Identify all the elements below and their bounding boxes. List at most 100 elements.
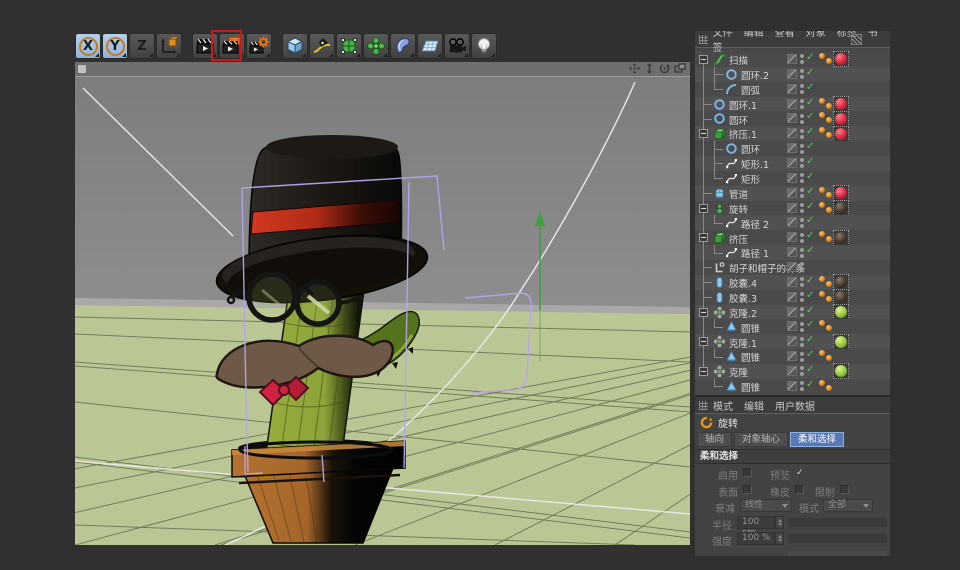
object-label[interactable]: 路径 1: [741, 246, 769, 260]
deformers-button[interactable]: [390, 33, 416, 59]
material-tag[interactable]: [833, 111, 849, 127]
axis-x-toggle[interactable]: X: [75, 33, 101, 59]
object-row-胡子和帽子的样条[interactable]: 胡子和帽子的样条: [695, 260, 890, 275]
strength-value-field[interactable]: 100 %: [737, 532, 775, 545]
object-row-圆锥[interactable]: 圆锥✓: [695, 349, 890, 364]
object-label[interactable]: 矩形.1: [741, 157, 769, 171]
enabled-check-icon[interactable]: ✓: [806, 349, 814, 360]
object-label[interactable]: 旋转: [729, 202, 748, 216]
visibility-dots[interactable]: [800, 129, 804, 139]
falloff-dropdown[interactable]: 线性: [740, 499, 792, 512]
object-label[interactable]: 圆环: [741, 142, 760, 156]
add-cube-primitive-button[interactable]: [282, 33, 308, 59]
enabled-check-icon[interactable]: ✓: [806, 245, 814, 256]
visibility-dots[interactable]: [800, 307, 804, 317]
tab-轴向[interactable]: 轴向: [697, 432, 732, 447]
material-tag[interactable]: [833, 51, 849, 67]
object-row-挤压.1[interactable]: 挤压.1✓: [695, 126, 890, 141]
am-menu-item-1[interactable]: 编辑: [744, 402, 764, 413]
visibility-dots[interactable]: [800, 292, 804, 302]
object-row-圆环.1[interactable]: 圆环.1✓: [695, 97, 890, 112]
visibility-dots[interactable]: [800, 84, 804, 94]
enabled-check-icon[interactable]: ✓: [806, 319, 814, 330]
enabled-check-icon[interactable]: ✓: [806, 230, 814, 241]
preview-checkbox[interactable]: ✓: [795, 468, 804, 477]
object-label[interactable]: 胶囊.3: [729, 291, 757, 305]
enabled-check-icon[interactable]: ✓: [806, 156, 814, 167]
rotate-view-icon[interactable]: [659, 63, 670, 74]
object-row-路径 1[interactable]: 路径 1 ✓: [695, 245, 890, 260]
am-menu-item-2[interactable]: 用户数据: [775, 402, 815, 413]
visibility-dots[interactable]: [800, 188, 804, 198]
visibility-dots[interactable]: [800, 233, 804, 243]
material-tag[interactable]: [833, 200, 849, 216]
visibility-dots[interactable]: [800, 203, 804, 213]
object-row-克隆.1[interactable]: 克隆.1✓: [695, 334, 890, 349]
expander-icon[interactable]: [699, 204, 708, 213]
enabled-check-icon[interactable]: ✓: [806, 97, 814, 108]
object-row-克隆.2[interactable]: 克隆.2✓: [695, 305, 890, 320]
om-menu-item-2[interactable]: 查看: [775, 31, 795, 39]
object-label[interactable]: 圆锥: [741, 321, 760, 335]
material-tag[interactable]: [833, 96, 849, 112]
layer-toggle[interactable]: [787, 143, 797, 153]
zoom-view-icon[interactable]: [644, 63, 655, 74]
phong-tag-icons[interactable]: [819, 275, 833, 289]
layer-toggle[interactable]: [787, 54, 797, 64]
object-row-圆锥[interactable]: 圆锥 ✓: [695, 319, 890, 334]
object-label[interactable]: 矩形: [741, 172, 760, 186]
phong-tag-icons[interactable]: [819, 186, 833, 200]
strength-stepper[interactable]: [775, 532, 784, 545]
viewport[interactable]: [75, 62, 690, 545]
visibility-dots[interactable]: [800, 366, 804, 376]
expander-icon[interactable]: [699, 55, 708, 64]
layer-toggle[interactable]: [787, 366, 797, 376]
object-label[interactable]: 克隆.2: [729, 306, 757, 320]
object-row-路径 2[interactable]: 路径 2✓: [695, 215, 890, 230]
camera-button[interactable]: [444, 33, 470, 59]
material-tag[interactable]: [833, 274, 849, 290]
object-label[interactable]: 扫描: [729, 53, 748, 67]
surface-checkbox[interactable]: [743, 485, 752, 494]
axis-y-toggle[interactable]: Y: [102, 33, 128, 59]
layer-toggle[interactable]: [787, 247, 797, 257]
object-label[interactable]: 圆环.2: [741, 68, 769, 82]
visibility-dots[interactable]: [800, 381, 804, 391]
enabled-check-icon[interactable]: ✓: [806, 201, 814, 212]
material-tag[interactable]: [833, 363, 849, 379]
object-row-胶囊.4[interactable]: 胶囊.4✓: [695, 275, 890, 290]
enabled-check-icon[interactable]: ✓: [806, 126, 814, 137]
tab-对象轴心[interactable]: 对象轴心: [734, 432, 788, 447]
material-tag[interactable]: [833, 185, 849, 201]
rubber-checkbox[interactable]: [795, 485, 804, 494]
render-to-picture-viewer-button[interactable]: [219, 33, 245, 59]
object-row-旋转[interactable]: 旋转 ✓: [695, 201, 890, 216]
layer-toggle[interactable]: [787, 321, 797, 331]
phong-tag-icons[interactable]: [819, 290, 833, 304]
phong-tag-icons[interactable]: [819, 349, 833, 363]
object-row-胶囊.3[interactable]: 胶囊.3✓: [695, 290, 890, 305]
enabled-check-icon[interactable]: ✓: [806, 215, 814, 226]
object-row-圆环.2[interactable]: 圆环.2✓: [695, 67, 890, 82]
expander-icon[interactable]: [699, 308, 708, 317]
object-label[interactable]: 克隆: [729, 365, 748, 379]
layer-toggle[interactable]: [787, 173, 797, 183]
layer-toggle[interactable]: [787, 277, 797, 287]
visibility-dots[interactable]: [800, 352, 804, 362]
visibility-dots[interactable]: [800, 173, 804, 183]
radius-stepper[interactable]: [775, 516, 784, 529]
object-row-圆环[interactable]: 圆环✓: [695, 111, 890, 126]
layer-toggle[interactable]: [787, 188, 797, 198]
visibility-dots[interactable]: [800, 248, 804, 258]
enabled-check-icon[interactable]: ✓: [806, 334, 814, 345]
layer-toggle[interactable]: [787, 262, 797, 272]
material-tag[interactable]: [833, 289, 849, 305]
subdivision-surface-button[interactable]: [336, 33, 362, 59]
material-tag[interactable]: [833, 126, 849, 142]
panel-grip-icon[interactable]: [699, 401, 708, 410]
axis-z-toggle[interactable]: Z: [129, 33, 155, 59]
object-row-管道[interactable]: 管道✓: [695, 186, 890, 201]
coordinate-system-button[interactable]: [156, 33, 182, 59]
enabled-check-icon[interactable]: ✓: [806, 52, 814, 63]
layer-toggle[interactable]: [787, 84, 797, 94]
